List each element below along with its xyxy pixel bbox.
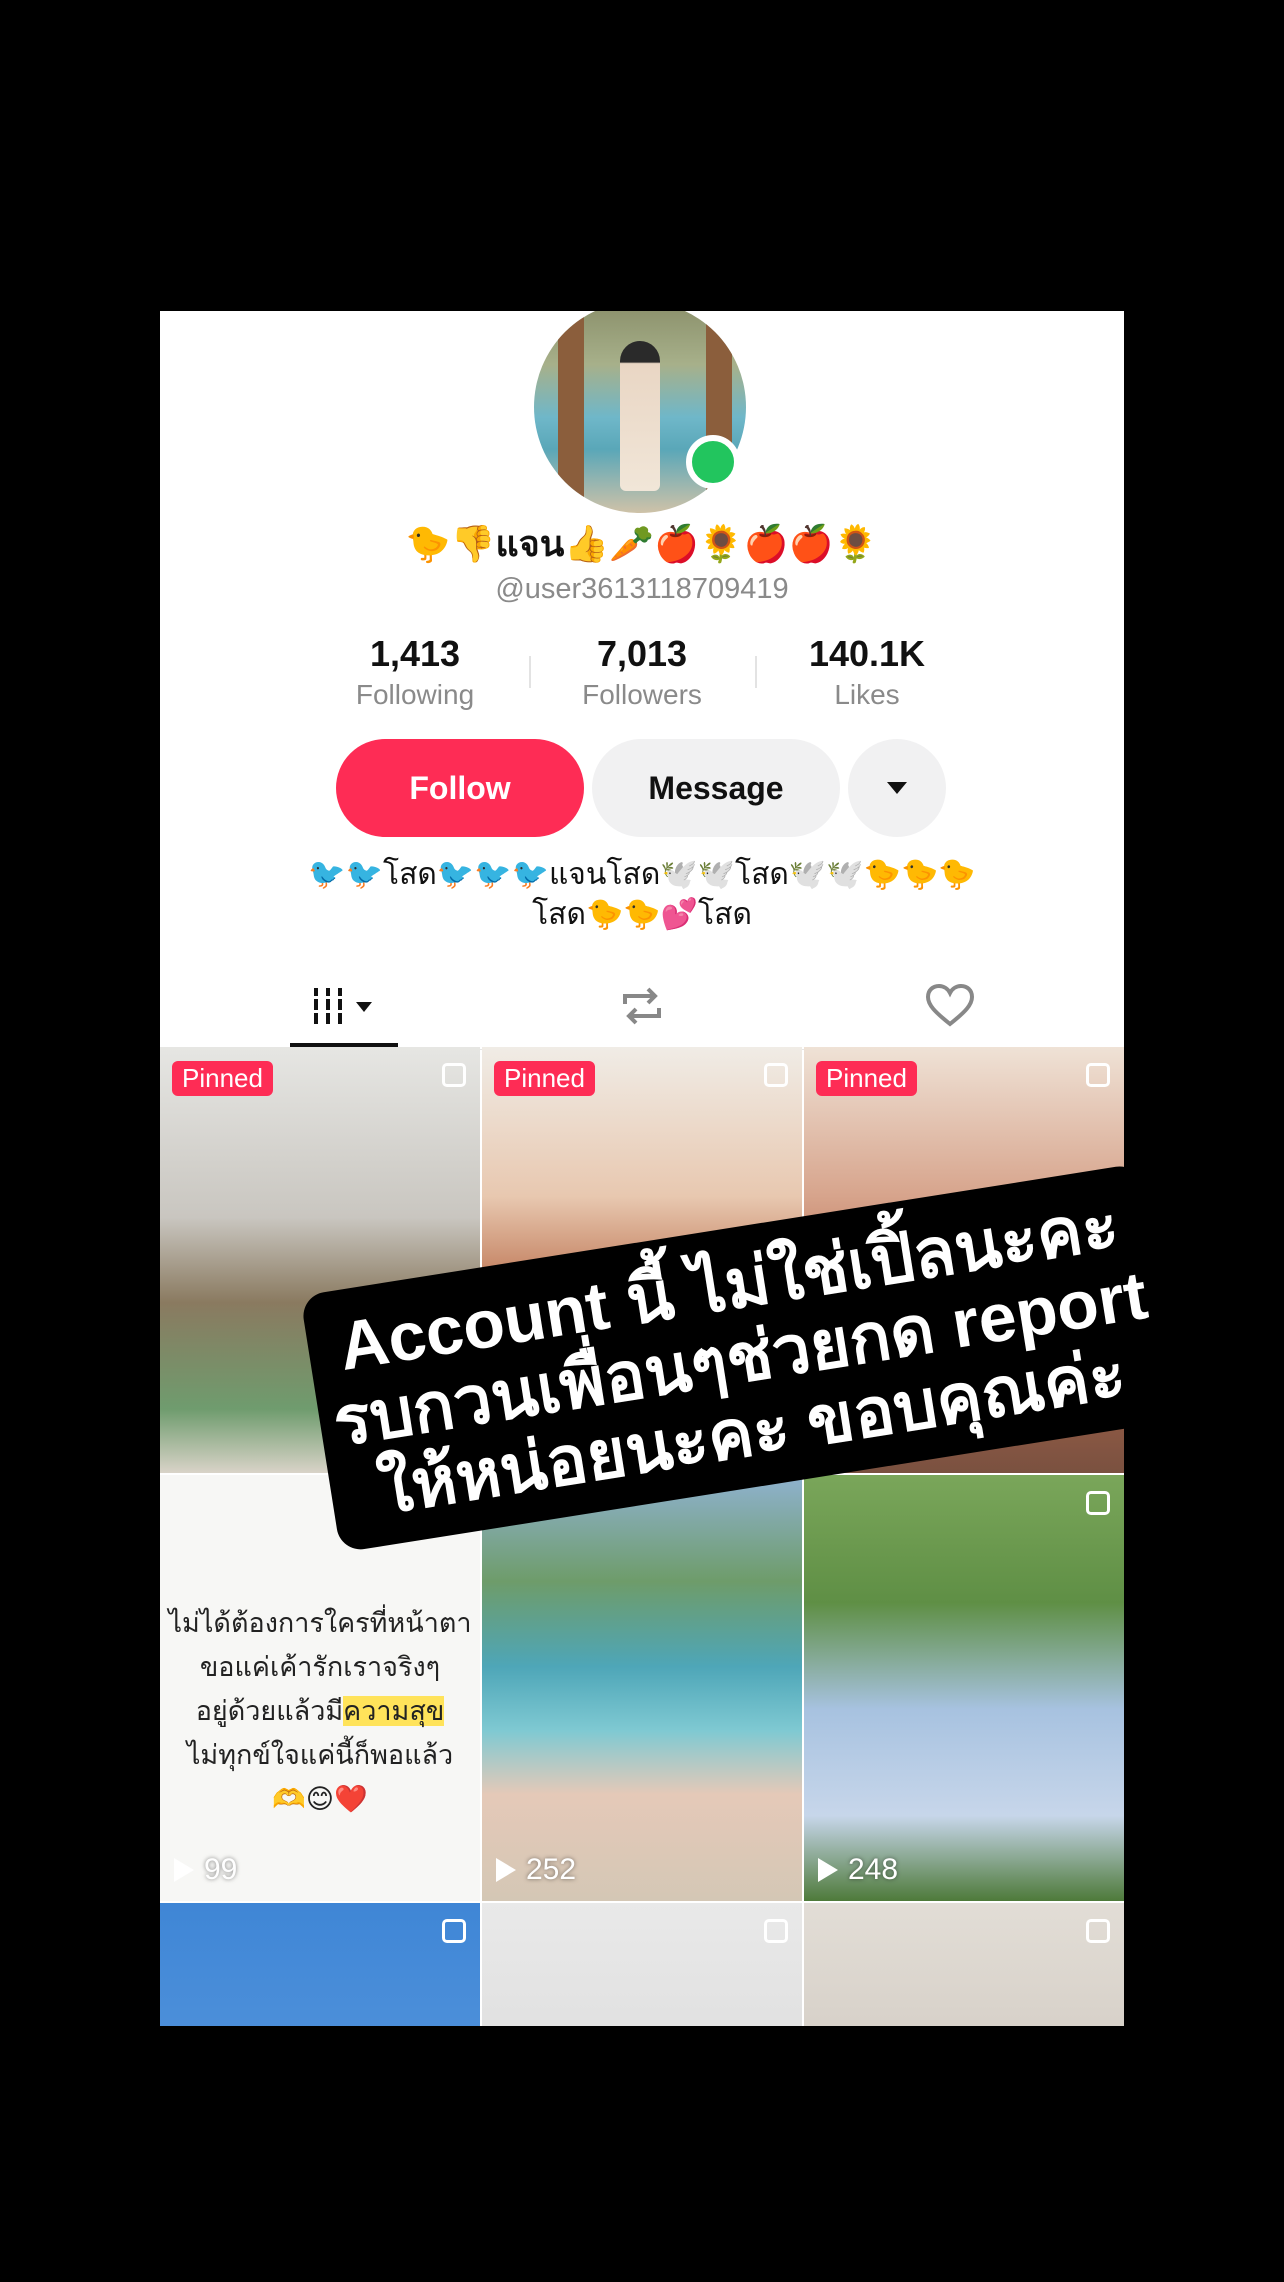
bio-line: 🐦🐦โสด🐦🐦🐦แจนโสด🕊️🕊️โสด🕊️🕊️🐤🐤🐤 — [308, 858, 976, 891]
stat-label: Likes — [834, 679, 900, 710]
multi-photo-icon — [764, 1919, 788, 1943]
video-thumbnail[interactable]: 252 — [482, 1475, 802, 1901]
video-thumbnail[interactable] — [160, 1903, 480, 2026]
avatar-person — [620, 341, 660, 491]
multi-photo-icon — [442, 1919, 466, 1943]
play-icon — [174, 1858, 194, 1882]
stat-following[interactable]: 1,413 Following — [315, 633, 515, 711]
stat-label: Following — [355, 679, 475, 710]
profile-tabs — [160, 963, 1124, 1050]
stat-value: 140.1K — [808, 633, 926, 674]
more-options-button[interactable] — [848, 739, 946, 837]
stat-value: 7,013 — [596, 633, 688, 674]
multi-photo-icon — [442, 1063, 466, 1087]
multi-photo-icon — [1086, 1491, 1110, 1515]
play-icon — [496, 1858, 516, 1882]
caret-down-icon — [887, 782, 907, 794]
play-icon — [818, 1858, 838, 1882]
stat-divider — [755, 656, 757, 688]
highlight-text: ความสุข — [343, 1696, 445, 1726]
view-count: 99 — [174, 1853, 237, 1887]
view-count: 248 — [818, 1853, 898, 1887]
username: @user3613118709419 — [495, 573, 789, 605]
bio: 🐦🐦โสด🐦🐦🐦แจนโสด🕊️🕊️โสด🕊️🕊️🐤🐤🐤 โสด🐤🐤💕โสด — [220, 855, 1064, 935]
grid-lines-icon — [310, 988, 372, 1024]
stat-label: Followers — [582, 679, 702, 710]
tab-videos[interactable] — [290, 963, 398, 1049]
tab-reposts[interactable] — [590, 963, 694, 1049]
multi-photo-icon — [1086, 1063, 1110, 1087]
message-button[interactable]: Message — [592, 739, 840, 837]
heart-icon — [925, 984, 975, 1027]
thumbnail-text-line: อยู่ด้วยแล้วมีความสุข — [195, 1696, 445, 1726]
video-thumbnail[interactable] — [482, 1903, 802, 2026]
bio-line: โสด🐤🐤💕โสด — [532, 898, 752, 931]
avatar-bg-pillar — [558, 311, 584, 513]
thumbnail-text: ไม่ได้ต้องการใครที่หน้าตา ขอแค่เค้ารักเร… — [160, 1601, 480, 1821]
thumbnail-text-line: 🫶😊❤️ — [272, 1784, 368, 1814]
video-thumbnail[interactable] — [804, 1903, 1124, 2026]
stat-value: 1,413 — [369, 633, 461, 674]
repost-icon — [623, 987, 661, 1025]
stat-followers[interactable]: 7,013 Followers — [542, 633, 742, 711]
multi-photo-icon — [1086, 1919, 1110, 1943]
online-status-dot — [686, 435, 740, 489]
thumbnail-text-line: ขอแค่เค้ารักเราจริงๆ — [199, 1652, 441, 1682]
pinned-badge: Pinned — [494, 1061, 595, 1096]
tab-liked[interactable] — [898, 963, 1002, 1049]
display-name: 🐤👎แจน👍🥕🍎🌻🍎🍎🌻 — [405, 523, 879, 564]
stat-likes[interactable]: 140.1K Likes — [767, 633, 967, 711]
video-thumbnail[interactable]: ไม่ได้ต้องการใครที่หน้าตา ขอแค่เค้ารักเร… — [160, 1475, 480, 1901]
thumbnail-text-line: ไม่ทุกข์ใจแค่นี้ก็พอแล้ว — [186, 1740, 454, 1770]
thumbnail-text-line: ไม่ได้ต้องการใครที่หน้าตา — [168, 1608, 472, 1638]
profile-screen: 🐤👎แจน👍🥕🍎🌻🍎🍎🌻 @user3613118709419 1,413 Fo… — [160, 311, 1124, 2026]
video-thumbnail[interactable]: 248 — [804, 1475, 1124, 1901]
follow-button[interactable]: Follow — [336, 739, 584, 837]
pinned-badge: Pinned — [172, 1061, 273, 1096]
view-count: 252 — [496, 1853, 576, 1887]
stat-divider — [529, 656, 531, 688]
pinned-badge: Pinned — [816, 1061, 917, 1096]
multi-photo-icon — [764, 1063, 788, 1087]
